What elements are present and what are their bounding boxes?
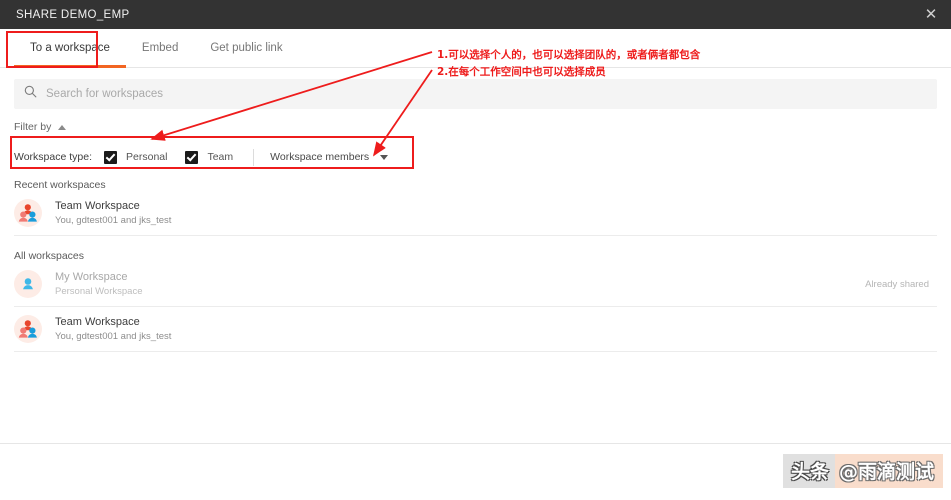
workspace-members-summary: You, gdtest001 and jks_test [55, 331, 172, 342]
tab-embed[interactable]: Embed [126, 29, 194, 67]
workspace-text: Team Workspace You, gdtest001 and jks_te… [55, 315, 171, 343]
list-item[interactable]: Team Workspace You, gdtest001 and jks_te… [14, 191, 937, 236]
workspace-name: Team Workspace [55, 316, 140, 328]
window-title: SHARE DEMO_EMP [16, 8, 130, 21]
section-title-recent: Recent workspaces [14, 179, 106, 191]
team-avatar-icon [14, 315, 42, 343]
tab-get-public-link[interactable]: Get public link [194, 29, 298, 67]
checkbox-check-icon [104, 150, 118, 164]
recent-workspaces-list: Team Workspace You, gdtest001 and jks_te… [0, 191, 951, 236]
watermark: 头条 @雨滴测试 [782, 454, 943, 488]
list-item[interactable]: Team Workspace You, gdtest001 and jks_te… [14, 307, 937, 352]
filter-by-label: Filter by [14, 121, 52, 133]
checkbox-check-icon [185, 150, 199, 164]
workspace-text: My Workspace Personal Workspace [55, 270, 142, 298]
tab-label: Get public link [210, 42, 283, 54]
workspace-type-label: Workspace type: [14, 151, 93, 163]
watermark-handle: @雨滴测试 [834, 454, 943, 488]
workspace-name: My Workspace [55, 271, 128, 283]
all-workspaces-list: My Workspace Personal Workspace Already … [0, 262, 951, 352]
dialog-body: Filter by Workspace type: Personal Team … [0, 68, 951, 443]
workspace-name: Team Workspace [55, 200, 140, 212]
caret-up-icon [58, 124, 67, 130]
checkbox-personal[interactable]: Personal [104, 150, 168, 164]
close-icon[interactable]: ✕ [911, 0, 951, 29]
workspace-type-label: Personal Workspace [55, 286, 143, 297]
workspace-members-summary: You, gdtest001 and jks_test [55, 215, 172, 226]
vertical-divider [253, 148, 255, 166]
workspace-text: Team Workspace You, gdtest001 and jks_te… [55, 199, 171, 227]
status-badge: Already shared [865, 278, 929, 290]
checkbox-label: Personal [126, 151, 168, 163]
tab-bar: To a workspace Embed Get public link [0, 29, 951, 68]
tab-label: Embed [141, 42, 179, 54]
chevron-down-icon [380, 154, 389, 160]
search-icon [24, 85, 37, 103]
personal-avatar-icon [14, 270, 42, 298]
share-dialog: SHARE DEMO_EMP ✕ To a workspace Embed Ge… [0, 0, 951, 500]
workspace-members-dropdown[interactable]: Workspace members [270, 151, 389, 163]
workspace-members-label: Workspace members [270, 151, 370, 163]
checkbox-team[interactable]: Team [185, 150, 234, 164]
checkbox-label: Team [207, 151, 234, 163]
section-title-all: All workspaces [14, 250, 85, 262]
filter-controls: Workspace type: Personal Team Workspace … [14, 145, 951, 169]
search-input[interactable] [46, 88, 927, 100]
tab-to-a-workspace[interactable]: To a workspace [14, 29, 126, 68]
team-avatar-icon [14, 199, 42, 227]
search-bar[interactable] [14, 79, 937, 109]
watermark-brand: 头条 [782, 454, 835, 488]
filter-by-toggle[interactable]: Filter by [14, 121, 67, 133]
tab-label: To a workspace [30, 42, 110, 54]
window-titlebar: SHARE DEMO_EMP ✕ [0, 0, 951, 29]
list-item: My Workspace Personal Workspace Already … [14, 262, 937, 307]
